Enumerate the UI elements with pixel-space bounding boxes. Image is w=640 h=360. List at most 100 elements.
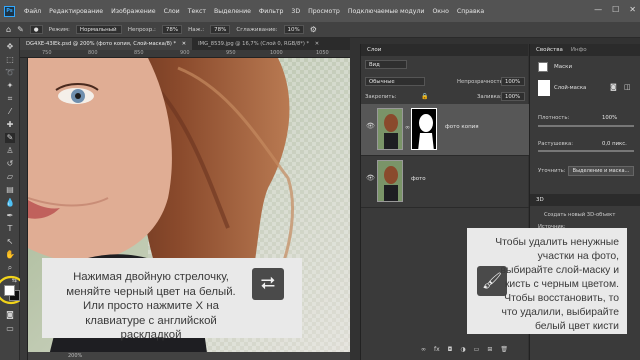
mask-preview [538,80,550,96]
menu-3d[interactable]: 3D [287,8,304,15]
layers-footer: ∞ fx ◘ ◑ ▭ ⊞ 🗑 [421,346,508,353]
menu-select[interactable]: Выделение [210,8,255,15]
blur-tool-icon[interactable]: 💧 [5,198,15,208]
pen-tool-icon[interactable]: ✒ [5,211,15,221]
close-icon[interactable]: ✕ [629,5,636,14]
photoshop-logo-icon: Ps [4,5,15,17]
blend-mode-select[interactable]: Обычные [365,77,425,86]
tab-properties[interactable]: Свойства [536,44,563,56]
lasso-tool-icon[interactable]: ➰ [5,68,15,78]
home-icon[interactable]: ⌂ [6,25,11,34]
menu-image[interactable]: Изображение [107,8,160,15]
ruler-vertical [20,58,28,360]
tab-info[interactable]: Инфо [571,44,587,56]
smoothing-field[interactable]: 10% [283,25,304,34]
brush-size-picker[interactable]: ● [29,25,43,34]
tab-label: DG4XE-43lEk.psd @ 200% (фото копия, Слой… [26,41,177,47]
hand-tool-icon[interactable]: ✋ [5,250,15,260]
new-layer-icon[interactable]: ⊞ [487,346,492,353]
tab-document-psd[interactable]: DG4XE-43lEk.psd @ 200% (фото копия, Слой… [20,38,193,50]
density-label: Плотность: [538,115,570,121]
healing-tool-icon[interactable]: ✚ [5,120,15,130]
opacity-label: Непрозр.: [127,26,156,33]
feather-value[interactable]: 0,0 пикс. [602,141,627,147]
opacity-field[interactable]: 78% [161,25,183,34]
tools-panel: ✥ ⬚ ➰ ✦ ⌗ ⁄ ✚ ✎ ♙ ↺ ▱ ▤ 💧 ✒ T ↖ ✋ ⌕ ⇆ ◙ … [0,38,27,360]
eyedropper-tool-icon[interactable]: ⁄ [5,107,15,117]
layer-thumbnail[interactable] [377,160,403,202]
layer-name[interactable]: фото [411,176,426,182]
trash-icon[interactable]: 🗑 [500,346,508,353]
close-icon[interactable]: ✕ [182,41,186,47]
quick-select-tool-icon[interactable]: ✦ [5,81,15,91]
fill-label: Заливка: [477,94,502,100]
eraser-tool-icon[interactable]: ▱ [5,172,15,182]
zoom-level[interactable]: 200% [68,353,82,359]
refine-label: Уточнить: [538,168,566,174]
screen-mode-icon[interactable]: ▭ [5,324,15,334]
settings-gear-icon[interactable]: ⚙ [310,25,317,34]
lock-icon[interactable]: 🔒 [421,93,428,100]
layers-panel-title: Слои [361,44,528,56]
hint-text: Нажимая двойную стрелочку, меняйте черны… [66,271,236,341]
menu-window[interactable]: Окно [428,8,452,15]
fx-icon[interactable]: fx [434,346,440,353]
tab-document-jpg[interactable]: IMG_8539.jpg @ 16,7% (Слой 0, RGB/8*) * … [192,38,325,50]
brush-tool-icon[interactable]: ✎ [5,133,15,143]
layer-row[interactable]: 👁 ∞ фото копия [361,104,529,156]
menu-view[interactable]: Просмотр [304,8,344,15]
gradient-tool-icon[interactable]: ▤ [5,185,15,195]
select-and-mask-button[interactable]: Выделение и маска... [568,166,634,176]
marquee-tool-icon[interactable]: ⬚ [5,55,15,65]
quick-mask-icon[interactable]: ◙ [5,310,15,320]
pressure-field[interactable]: 78% [210,25,231,34]
layer-fill-field[interactable]: 100% [501,92,525,101]
layer-mask-thumbnail[interactable] [411,108,437,150]
folder-icon[interactable]: ▭ [474,346,480,353]
menu-layers[interactable]: Слои [160,8,184,15]
link-icon: ∞ [405,124,410,131]
visibility-eye-icon[interactable]: 👁 [366,122,375,130]
add-mask-icon[interactable]: ◘ [448,346,453,353]
ruler-mark: 950 [226,50,236,56]
brush-tool-icon[interactable]: ✎ [17,25,24,34]
hint-card-layer-mask: 🖌 Чтобы удалить ненужные участки на фото… [467,228,627,334]
density-slider[interactable] [538,125,634,127]
foreground-color-swatch[interactable] [4,285,15,296]
minimize-icon[interactable]: — [594,5,602,14]
link-layers-icon[interactable]: ∞ [421,346,426,353]
maximize-icon[interactable]: ☐ [612,5,619,14]
properties-tabs: Свойства Инфо [530,44,640,56]
menu-edit[interactable]: Редактирование [45,8,107,15]
feather-slider[interactable] [538,150,634,152]
mode-label: Режим: [48,26,70,33]
density-value[interactable]: 100% [602,115,617,121]
options-bar: ⌂ ✎ ● Режим: Нормальный Непрозр.: 78% На… [0,22,640,38]
layer-name[interactable]: фото копия [445,124,479,130]
menu-plugins[interactable]: Подключаемые модули [344,8,429,15]
history-brush-icon[interactable]: ↺ [5,159,15,169]
stamp-tool-icon[interactable]: ♙ [5,146,15,156]
visibility-eye-icon[interactable]: 👁 [366,174,375,182]
path-select-tool-icon[interactable]: ↖ [5,237,15,247]
type-tool-icon[interactable]: T [5,224,15,234]
layer-opacity-field[interactable]: 100% [501,77,525,86]
status-bar: 200% [28,352,350,360]
menu-filter[interactable]: Фильтр [255,8,287,15]
mode-select[interactable]: Нормальный [75,25,122,34]
select-pixel-mask-icon[interactable]: ◙ [610,83,617,91]
move-tool-icon[interactable]: ✥ [5,42,15,52]
layer-thumbnail[interactable] [377,108,403,150]
create-3d-label: Создать новый 3D-объект [544,212,616,218]
adjustment-icon[interactable]: ◑ [460,346,465,353]
menu-help[interactable]: Справка [453,8,488,15]
crop-tool-icon[interactable]: ⌗ [5,94,15,104]
mask-label: Слой-маска [554,85,587,91]
layer-row[interactable]: 👁 фото [361,156,529,208]
vector-mask-icon[interactable]: ◫ [624,83,631,91]
menu-type[interactable]: Текст [184,8,210,15]
layer-filter-select[interactable]: Вид [365,60,407,69]
pressure-label: Наж.: [188,26,205,33]
menu-file[interactable]: Файл [20,8,45,15]
close-icon[interactable]: ✕ [315,41,319,47]
